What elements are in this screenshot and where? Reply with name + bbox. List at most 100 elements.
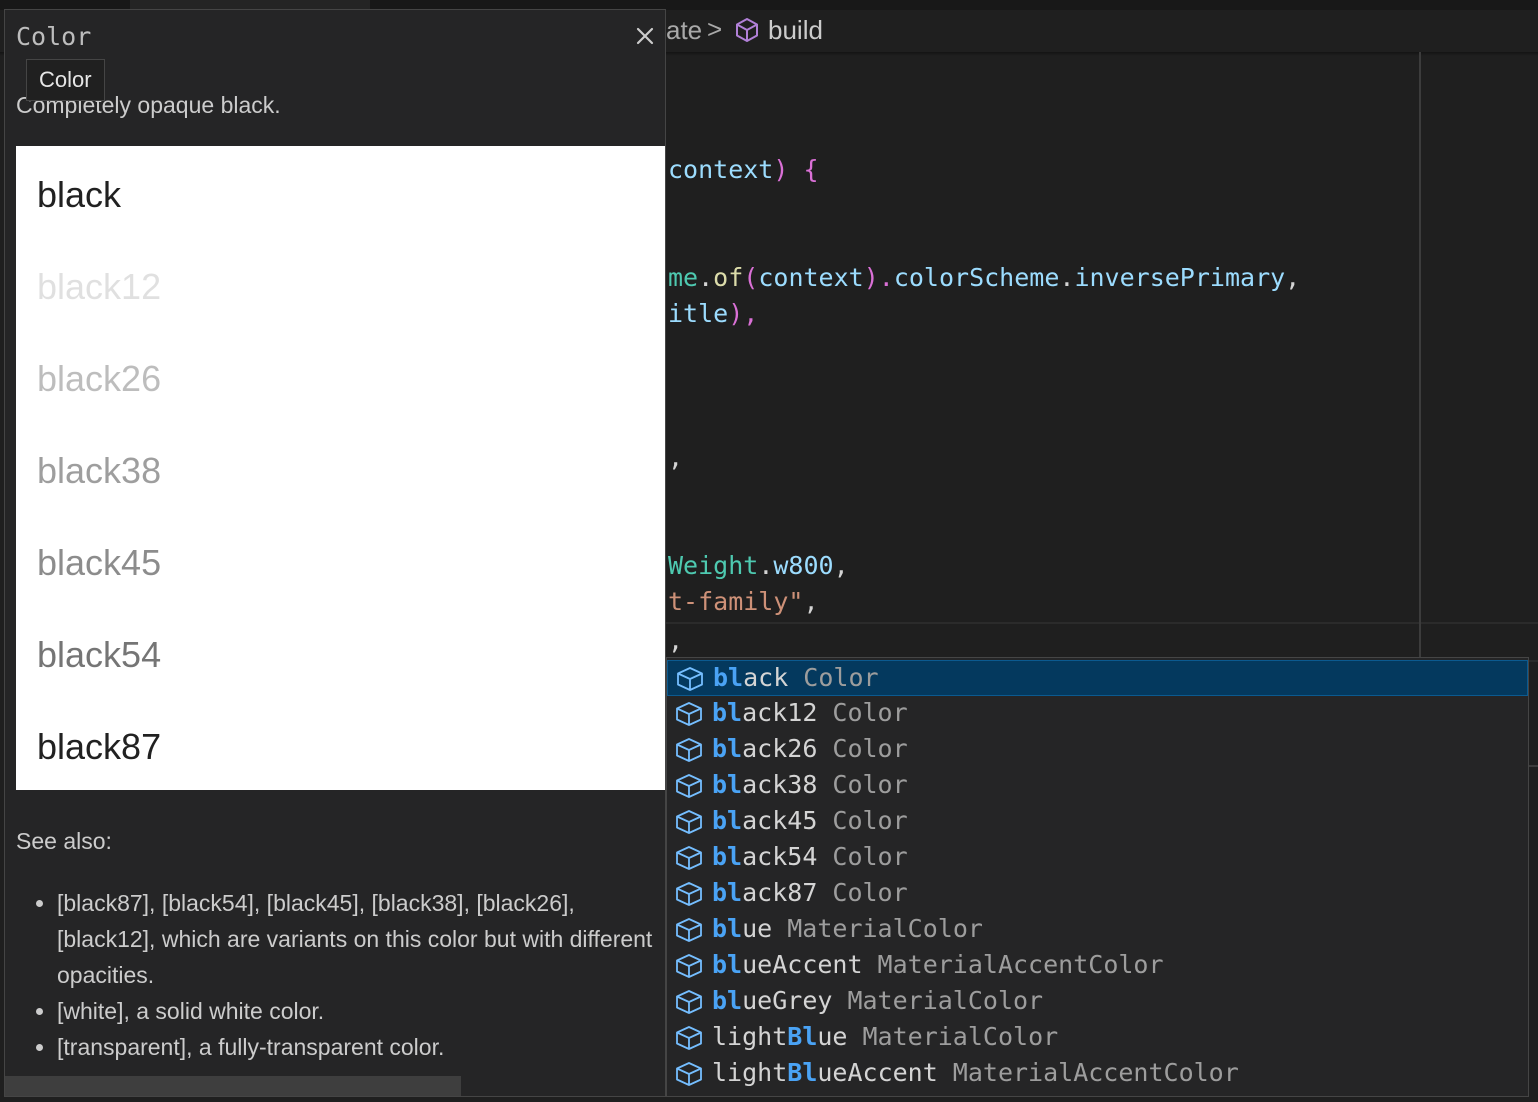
current-line-highlight — [666, 622, 1538, 662]
suggestion-label: black45 — [712, 806, 818, 835]
swatch-label: black87 — [37, 726, 162, 767]
match-highlight: bl — [712, 806, 743, 835]
code-line[interactable]: context) { — [668, 155, 819, 184]
code-token: ). — [863, 263, 894, 292]
match-highlight: bl — [713, 663, 744, 692]
suggestion-type: Color — [832, 878, 908, 907]
swatch-label: black26 — [37, 358, 162, 399]
suggestion-type: Color — [832, 806, 908, 835]
cube-icon — [677, 667, 703, 691]
match-highlight: bl — [712, 842, 743, 871]
list-item: [transparent], a fully-transparent color… — [57, 1029, 656, 1065]
see-also-heading: See also: — [16, 828, 112, 854]
breadcrumb-item-state[interactable]: ate — [666, 15, 702, 46]
code-line[interactable]: itle), — [668, 299, 758, 328]
code-token: w800 — [773, 551, 834, 580]
suggestion-type: Color — [832, 770, 908, 799]
match-highlight: bl — [712, 914, 743, 943]
suggestion-item[interactable]: black54 Color — [667, 840, 1528, 876]
code-token: . — [1059, 263, 1075, 292]
suggestion-item[interactable]: blueAccent MaterialAccentColor — [667, 948, 1528, 984]
tooltip: Color — [26, 59, 105, 101]
horizontal-scrollbar[interactable] — [5, 1076, 461, 1096]
code-token: , — [668, 443, 684, 472]
code-token: , — [668, 626, 684, 655]
match-highlight: bl — [712, 986, 743, 1015]
color-swatch-preview: black black12 black26 black38 black45 black54… — [16, 146, 665, 790]
match-highlight: bl — [712, 878, 743, 907]
code-token: itle — [668, 299, 729, 328]
cube-icon — [676, 954, 702, 978]
suggestion-item[interactable]: lightBlueAccent MaterialAccentColor — [667, 1056, 1528, 1092]
code-line[interactable]: me.of(context).colorScheme.inversePrimar… — [668, 263, 1300, 292]
suggestion-label: blueGrey — [712, 986, 833, 1015]
suggestion-label: black12 — [712, 698, 818, 727]
code-token: , — [833, 551, 849, 580]
suggestion-type: Color — [832, 734, 908, 763]
suggestion-type: MaterialColor — [847, 986, 1044, 1015]
match-highlight: bl — [712, 950, 743, 979]
suggestion-type: MaterialColor — [787, 914, 983, 943]
suggestion-type: MaterialAccentColor — [877, 950, 1164, 979]
suggestion-item[interactable]: black26 Color — [667, 732, 1528, 768]
suggestion-item[interactable]: black12 Color — [667, 696, 1528, 732]
suggestion-label: blueAccent — [712, 950, 863, 979]
code-token: Weight — [668, 551, 759, 580]
code-line[interactable]: , — [668, 626, 683, 655]
code-line[interactable]: Weight.w800, — [668, 551, 849, 580]
cube-icon — [676, 702, 702, 726]
suggestion-list[interactable]: black Color black12 Color black26 Color black3… — [666, 657, 1529, 1097]
suggestion-item[interactable]: black38 Color — [667, 768, 1528, 804]
suggestion-item[interactable]: black Color — [667, 660, 1528, 696]
cube-icon — [676, 882, 702, 906]
code-token: , — [1285, 263, 1301, 292]
code-token: . — [758, 551, 774, 580]
cube-icon — [676, 918, 702, 942]
suggestion-item[interactable]: lightBlue MaterialColor — [667, 1020, 1528, 1056]
code-token: inversePrimary — [1074, 263, 1286, 292]
suggestion-item[interactable]: black87 Color — [667, 876, 1528, 912]
code-token: ), — [728, 299, 759, 328]
list-item: [black87], [black54], [black45], [black3… — [57, 885, 656, 993]
suggestion-item[interactable]: blue MaterialColor — [667, 912, 1528, 948]
suggestion-label: black54 — [712, 842, 818, 871]
close-icon[interactable] — [631, 22, 659, 50]
breadcrumb-separator: > — [707, 14, 723, 44]
cube-icon — [676, 1062, 702, 1086]
code-line[interactable]: t-family", — [668, 587, 819, 616]
code-token: ) { — [773, 155, 819, 184]
match-highlight: bl — [712, 698, 743, 727]
swatch-label: black54 — [37, 634, 162, 675]
suggestion-label: lightBlue — [712, 1022, 848, 1051]
see-also-list: [black87], [black54], [black45], [black3… — [16, 885, 656, 1065]
ruler-guide — [1419, 52, 1421, 657]
match-highlight: bl — [712, 770, 743, 799]
swatch-label: black45 — [37, 542, 162, 583]
code-line[interactable]: , — [668, 443, 683, 472]
suggestion-item[interactable]: black45 Color — [667, 804, 1528, 840]
list-item: [white], a solid white color. — [57, 993, 656, 1029]
code-token: of — [713, 263, 744, 292]
documentation-panel[interactable]: Color Completely opaque black. Color bla… — [4, 9, 666, 1097]
suggestion-label: blue — [712, 914, 773, 943]
swatch-label: black12 — [37, 266, 162, 307]
cube-icon — [676, 810, 702, 834]
code-token: me — [668, 263, 699, 292]
divider — [1528, 765, 1538, 767]
suggestion-type: Color — [832, 842, 908, 871]
code-token: colorScheme — [893, 263, 1060, 292]
match-highlight: bl — [712, 734, 743, 763]
swatch-label: black38 — [37, 450, 162, 491]
suggestion-label: lightBlueAccent — [712, 1058, 938, 1087]
suggestion-type: Color — [832, 698, 908, 727]
suggestion-item[interactable]: blueGrey MaterialColor — [667, 984, 1528, 1020]
suggestion-label: black38 — [712, 770, 818, 799]
match-highlight: Bl — [787, 1022, 818, 1051]
code-token: context — [668, 155, 774, 184]
code-token: . — [698, 263, 714, 292]
breadcrumb-item-build[interactable]: build — [768, 15, 823, 46]
code-token: , — [803, 587, 819, 616]
suggestion-label: black87 — [712, 878, 818, 907]
suggestion-type: MaterialAccentColor — [952, 1058, 1239, 1087]
suggestion-type: Color — [803, 663, 879, 692]
